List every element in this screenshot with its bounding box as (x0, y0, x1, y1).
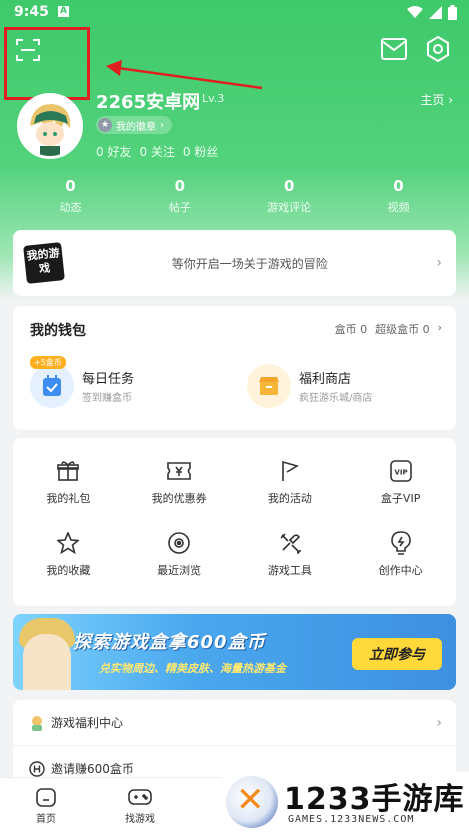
daily-tasks-sub: 签到赚盒币 (82, 393, 132, 404)
stat-label: 动态 (59, 201, 82, 214)
stat-threads[interactable]: 0 帖子 (125, 177, 234, 215)
daily-task-icon-wrap: +5盒币 (30, 356, 74, 408)
grid-label: 盒子VIP (380, 492, 421, 505)
nav-find-games[interactable]: 找游戏 (110, 786, 170, 825)
badge-label: 我的徽章 (116, 121, 156, 133)
username: 2265安卓网 (96, 92, 201, 113)
my-games-message: 等你开启一场关于游戏的冒险 (171, 256, 328, 271)
welfare-center-icon (32, 715, 42, 731)
grid-label: 游戏工具 (267, 564, 312, 577)
grid-item-gifts[interactable]: 我的礼包 (13, 458, 124, 506)
daily-tasks-title: 每日任务 (82, 372, 135, 387)
banner-character (23, 634, 71, 690)
chevron-right-icon: › (436, 255, 442, 271)
my-games-logo: 我的游戏 (23, 242, 65, 284)
watermark-url: GAMES.1233NEWS.COM (288, 814, 415, 825)
homepage-label: 主页 (420, 93, 445, 107)
stat-value: 0 (174, 177, 186, 195)
gift-icon (57, 461, 80, 481)
wallet-card: 我的钱包 盒币 0 超级盒币 0 › +5盒币 每日任务 签到赚盒币 福利商店 … (13, 306, 456, 430)
chevron-right-icon: › (448, 93, 453, 107)
following-count[interactable]: 0 关注 (139, 143, 174, 160)
svg-text:VIP: VIP (394, 469, 407, 477)
star-icon (57, 532, 80, 554)
eye-icon (168, 532, 190, 554)
messages-button[interactable] (380, 36, 408, 62)
flag-icon (282, 460, 299, 481)
avatar-image (20, 96, 80, 156)
grid-label: 创作中心 (378, 564, 423, 577)
grid-label: 最近浏览 (157, 564, 202, 577)
stat-game-reviews[interactable]: 0 游戏评论 (235, 177, 344, 215)
stat-label: 视频 (387, 201, 410, 214)
coin-reward-tag: +5盒币 (30, 356, 66, 369)
nav-find-games-label: 找游戏 (125, 814, 155, 825)
list-item-label: 游戏福利中心 (51, 716, 124, 730)
stat-videos[interactable]: 0 视频 (344, 177, 453, 215)
stat-label: 游戏评论 (267, 201, 312, 214)
banner-title: 探索游戏盒拿600盒币 (73, 632, 266, 653)
my-games-card[interactable]: 我的游戏 等你开启一场关于游戏的冒险 › (13, 230, 456, 296)
shop-icon-wrap (247, 364, 291, 408)
avatar[interactable] (17, 93, 83, 159)
tool-icon (280, 533, 301, 554)
vip-icon: VIP (389, 460, 412, 482)
grid-label: 我的优惠券 (151, 492, 207, 505)
gear-icon (427, 36, 449, 62)
grid-item-coupons[interactable]: 我的优惠券 (124, 458, 235, 506)
chevron-right-icon: › (437, 321, 442, 334)
shop-icon (259, 377, 279, 395)
coin-h-icon (29, 760, 45, 777)
watermark-x-icon: ✕ (236, 780, 265, 820)
badge-star-icon: ★ (98, 118, 112, 132)
grid-item-history[interactable]: 最近浏览 (124, 530, 235, 578)
stat-posts-feed[interactable]: 0 动态 (16, 177, 125, 215)
daily-tasks-item[interactable]: +5盒币 每日任务 签到赚盒币 (30, 356, 135, 408)
user-level: Lv.3 (202, 92, 225, 105)
stat-label: 帖子 (168, 201, 191, 214)
nav-home-label: 首页 (36, 814, 56, 825)
settings-button[interactable] (424, 35, 452, 63)
follow-row: 0 好友 0 关注 0 粉丝 (96, 143, 218, 160)
coupon-icon (167, 462, 191, 480)
site-watermark: ✕ 1233手游库 GAMES.1233NEWS.COM (222, 772, 469, 833)
chevron-right-icon: › (436, 714, 442, 731)
my-badges-button[interactable]: ★ 我的徽章 › (96, 116, 172, 134)
grid-label: 我的收藏 (46, 564, 91, 577)
coin-balance: 盒币 0 (334, 323, 368, 336)
followers-count[interactable]: 0 粉丝 (183, 143, 218, 160)
banner-subtitle: 兑实物周边、精美皮肤、海量热游基金 (99, 662, 286, 675)
friends-count[interactable]: 0 好友 (96, 143, 131, 160)
stat-value: 0 (283, 177, 295, 195)
stat-value: 0 (393, 177, 404, 195)
welfare-shop-item[interactable]: 福利商店 疯狂游乐城/商店 (247, 364, 372, 408)
features-grid-card: 我的礼包 我的优惠券 我的活动 VIP 盒子VIP 我的收藏 最近浏览 游戏工具 (13, 438, 456, 606)
grid-item-vip[interactable]: VIP 盒子VIP (345, 458, 456, 506)
calendar-check-icon (43, 375, 61, 396)
bulb-icon (390, 531, 411, 555)
grid-item-activities[interactable]: 我的活动 (235, 458, 346, 506)
super-coin-balance: 超级盒币 0 (375, 323, 430, 336)
promo-banner[interactable]: 探索游戏盒拿600盒币 兑实物周边、精美皮肤、海量热游基金 立即参与 (13, 614, 456, 690)
watermark-title: 1233手游库 (284, 782, 465, 817)
join-now-button[interactable]: 立即参与 (352, 638, 442, 670)
profile-stats: 0 动态 0 帖子 0 游戏评论 0 视频 (16, 177, 453, 215)
wallet-balances[interactable]: 盒币 0 超级盒币 0 › (335, 321, 442, 337)
gamepad-icon (128, 789, 152, 805)
grid-label: 我的活动 (267, 492, 312, 505)
chevron-right-icon: › (160, 119, 164, 131)
grid-item-favorites[interactable]: 我的收藏 (13, 530, 124, 578)
stat-value: 0 (65, 177, 76, 195)
grid-item-tools[interactable]: 游戏工具 (235, 530, 346, 578)
shop-title: 福利商店 (299, 372, 352, 387)
list-item-welfare-center[interactable]: 游戏福利中心 › (13, 700, 456, 746)
shop-sub: 疯狂游乐城/商店 (299, 393, 373, 404)
mail-icon (381, 38, 407, 60)
homepage-link[interactable]: 主页 › (420, 91, 453, 108)
wallet-title: 我的钱包 (30, 323, 86, 339)
grid-label: 我的礼包 (46, 492, 91, 505)
home-icon (36, 788, 56, 807)
grid-item-creator[interactable]: 创作中心 (345, 530, 456, 578)
nav-home[interactable]: 首页 (16, 786, 76, 825)
